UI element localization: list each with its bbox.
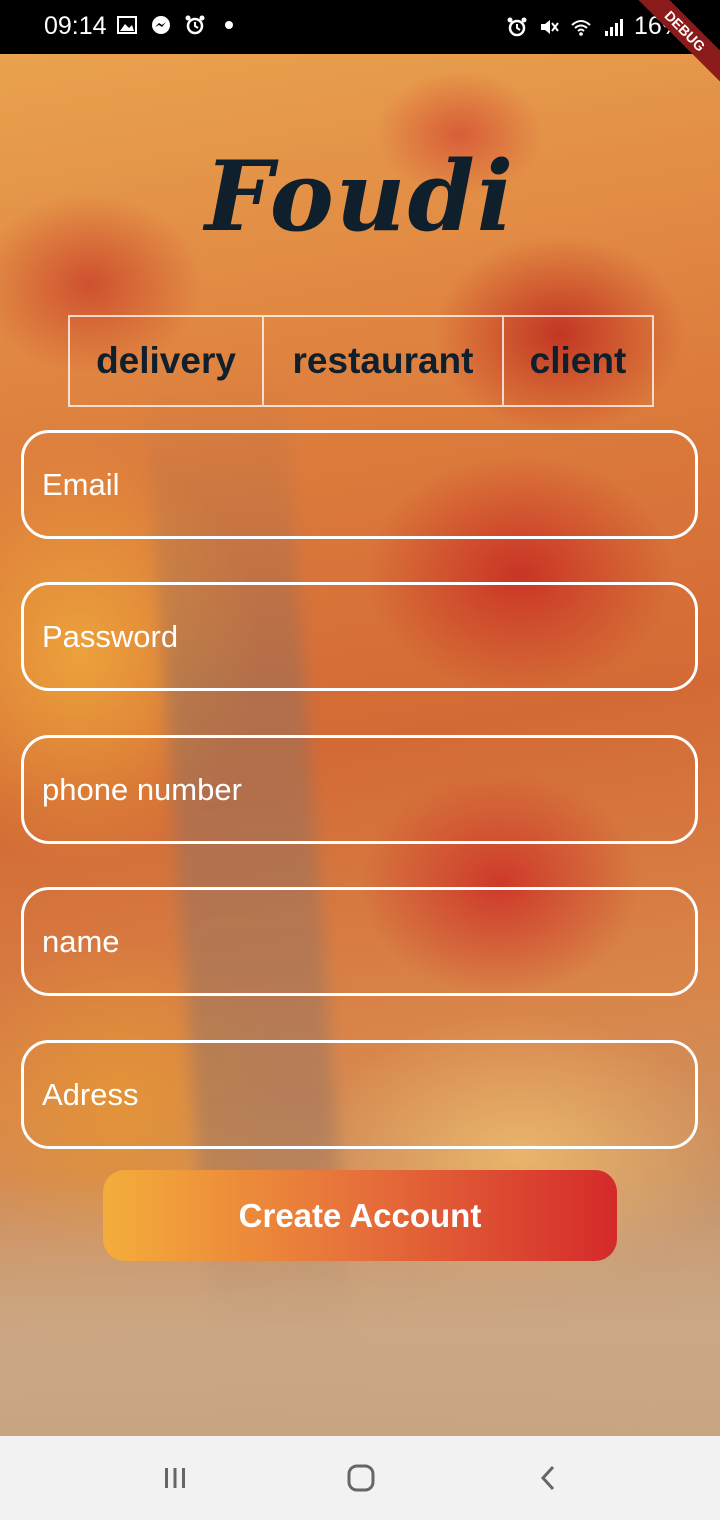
address-field[interactable] (21, 1040, 698, 1149)
recent-apps-icon[interactable] (145, 1458, 205, 1498)
back-icon[interactable] (519, 1458, 579, 1498)
phone-field[interactable] (21, 735, 698, 844)
tab-client[interactable]: client (504, 317, 652, 405)
alarm-icon (506, 16, 528, 38)
gallery-icon (116, 14, 138, 36)
address-input[interactable] (24, 1076, 695, 1113)
wifi-icon (570, 16, 592, 38)
create-account-button[interactable]: Create Account (103, 1170, 617, 1261)
name-input[interactable] (24, 923, 695, 960)
email-input[interactable] (24, 466, 695, 503)
tab-delivery[interactable]: delivery (70, 317, 264, 405)
signal-icon (602, 16, 624, 38)
home-icon[interactable] (331, 1458, 391, 1498)
password-field[interactable] (21, 582, 698, 691)
phone-input[interactable] (24, 771, 695, 808)
name-field[interactable] (21, 887, 698, 996)
messenger-icon (150, 14, 172, 36)
mute-icon (538, 16, 560, 38)
tab-restaurant[interactable]: restaurant (264, 317, 504, 405)
password-input[interactable] (24, 618, 695, 655)
email-field[interactable] (21, 430, 698, 539)
alarm-icon (184, 14, 206, 36)
status-left-icons (116, 14, 240, 36)
status-bar: 09:14 16% (0, 0, 720, 54)
dot-icon (218, 14, 240, 36)
app-logo: Foudi (204, 140, 516, 253)
navigation-bar (0, 1436, 720, 1520)
role-selector: delivery restaurant client (68, 315, 654, 407)
status-time: 09:14 (44, 12, 107, 40)
